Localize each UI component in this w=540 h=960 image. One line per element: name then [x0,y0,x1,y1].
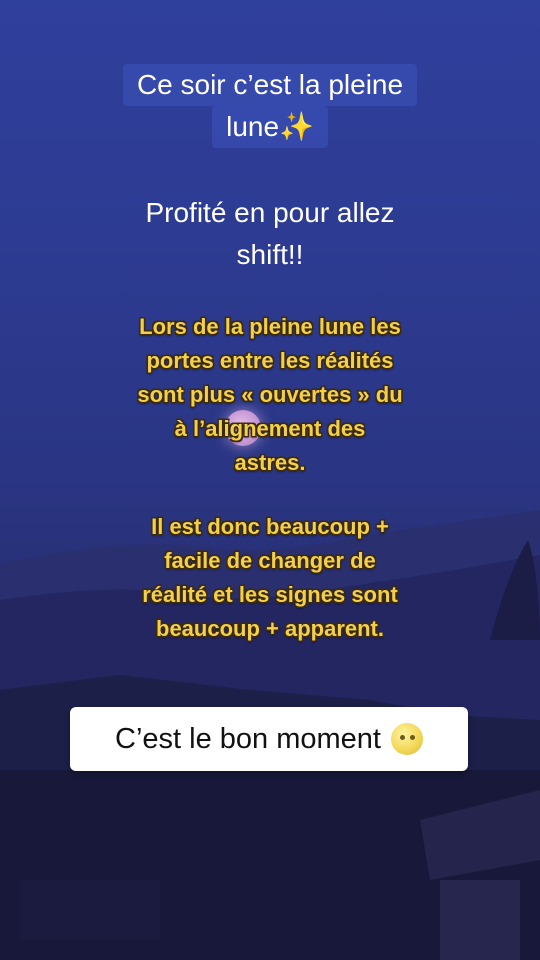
caption-line-1: Ce soir c’est la pleine [122,64,418,106]
sticker-text: C’est le bon moment [115,722,381,755]
full-moon-face-icon [390,723,423,755]
paragraph-reality: Il est donc beaucoup + facile de changer… [0,510,540,646]
paragraph1-line: à l’alignement des [174,416,366,441]
paragraph2-line: réalité et les signes sont [142,582,398,607]
caption-title: Ce soir c’est la pleine lune✨ [0,64,540,148]
paragraph1-line: sont plus « ouvertes » du [137,382,403,407]
caption-line-2: lune✨ [212,106,328,148]
text-sticker: C’est le bon moment [70,707,468,771]
paragraph1-line: portes entre les réalités [146,348,394,373]
caption-line-3: Profité en pour allez [145,197,395,228]
caption-line-4: shift!! [236,239,304,270]
paragraph1-line: astres. [234,450,306,475]
paragraph1-line: Lors de la pleine lune les [139,314,401,339]
caption-subtitle: Profité en pour allez shift!! [0,192,540,276]
paragraph2-line: facile de changer de [164,548,376,573]
paragraph2-line: beaucoup + apparent. [156,616,384,641]
paragraph-full-moon: Lors de la pleine lune les portes entre … [0,310,540,480]
paragraph2-line: Il est donc beaucoup + [151,514,389,539]
